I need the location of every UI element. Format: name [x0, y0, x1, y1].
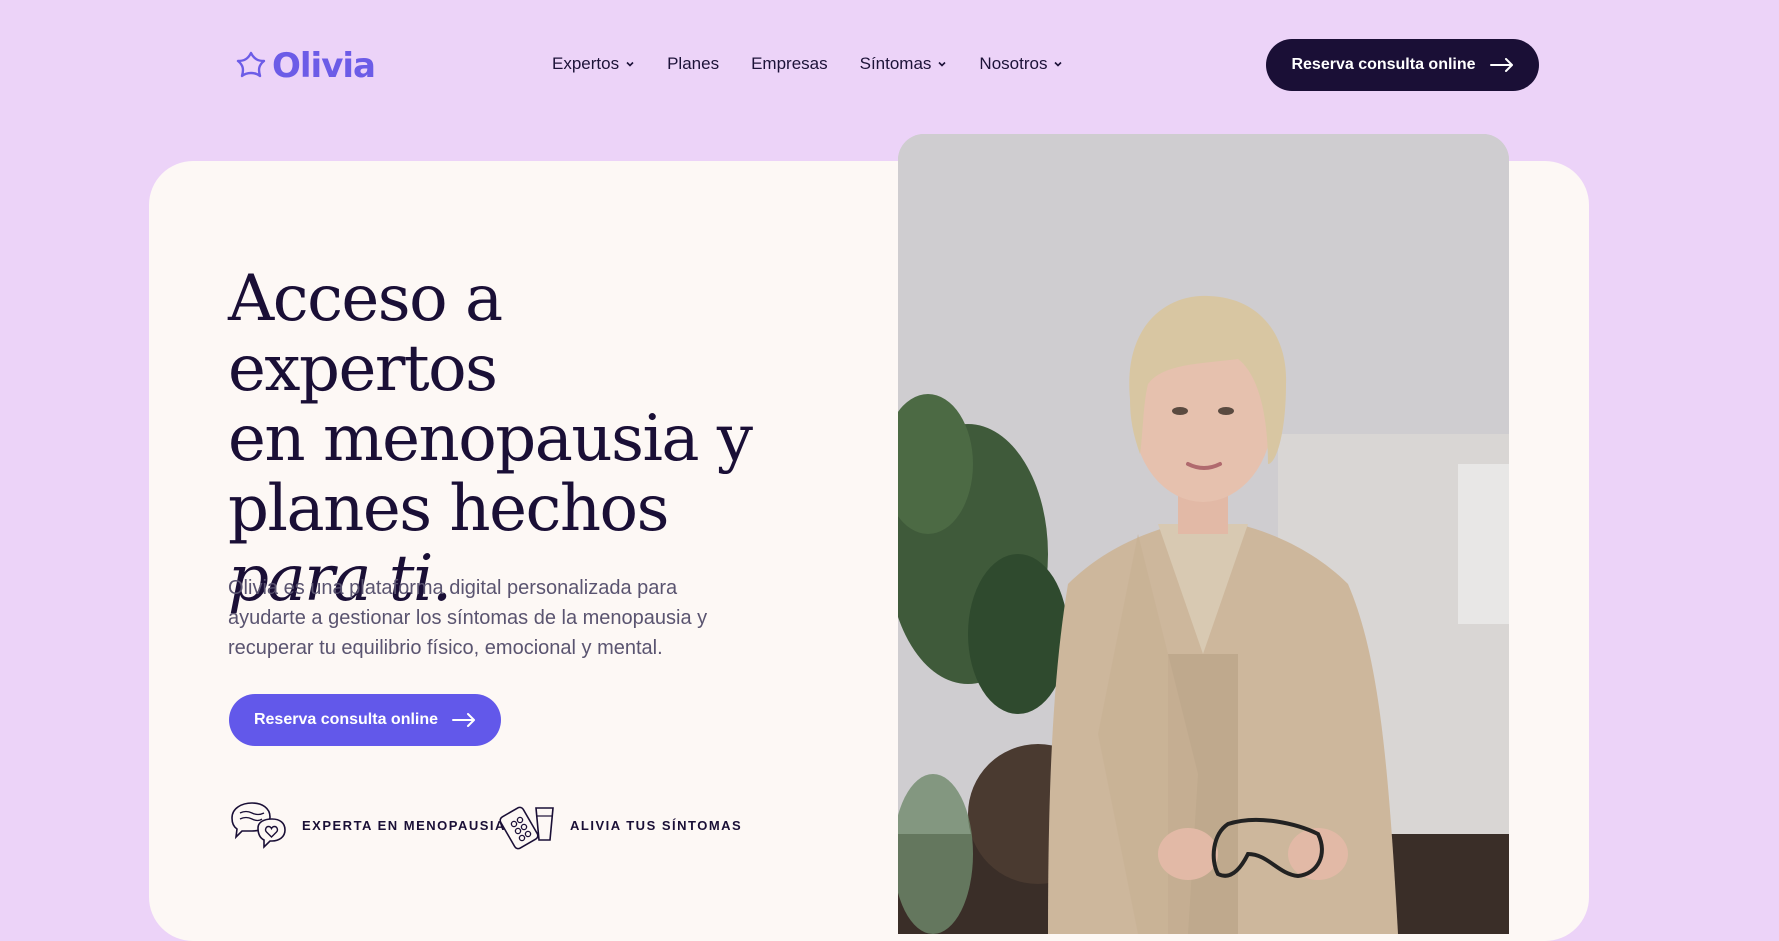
nav-item-expertos[interactable]: Expertos	[552, 54, 635, 74]
chevron-down-icon	[626, 61, 634, 67]
headline-line: Acceso a expertos	[228, 262, 503, 406]
pills-glass-icon	[499, 806, 554, 850]
feature-relief: ALIVIA TUS SÍNTOMAS	[498, 800, 742, 850]
hero-headline: Acceso a expertos en menopausia y planes…	[228, 264, 788, 614]
brand-logo[interactable]: Olivia	[234, 46, 376, 86]
header-book-consultation-button[interactable]: Reserva consulta online	[1266, 39, 1539, 91]
hero-book-consultation-button[interactable]: Reserva consulta online	[229, 694, 501, 746]
hero-photo	[898, 134, 1509, 934]
nav-item-label: Nosotros	[979, 54, 1048, 73]
nav-item-label: Empresas	[751, 54, 828, 73]
main-nav: Expertos Planes Empresas Síntomas Nosotr…	[552, 54, 1063, 74]
hero-description: Olivia es una plataforma digital persona…	[228, 577, 708, 659]
woman-portrait-illustration	[898, 134, 1509, 934]
feature-expert: EXPERTA EN MENOPAUSIA	[228, 800, 506, 850]
button-label: Reserva consulta online	[1291, 56, 1476, 73]
chevron-down-icon	[1054, 61, 1063, 67]
chat-bubbles-heart-icon	[231, 802, 286, 849]
feature-label: EXPERTA EN MENOPAUSIA	[302, 817, 506, 833]
site-header: Olivia Expertos Planes Empresas Síntomas…	[0, 0, 1779, 130]
brand-name: Olivia	[272, 46, 376, 86]
flower-logo-icon	[236, 51, 266, 78]
nav-item-planes[interactable]: Planes	[667, 54, 719, 74]
feature-label: ALIVIA TUS SÍNTOMAS	[570, 817, 743, 833]
arrow-right-icon	[452, 713, 476, 727]
nav-item-label: Síntomas	[859, 54, 932, 73]
nav-item-sintomas[interactable]: Síntomas	[860, 54, 948, 74]
nav-item-label: Planes	[667, 54, 720, 73]
nav-item-nosotros[interactable]: Nosotros	[979, 54, 1063, 74]
headline-line: planes hechos	[228, 472, 669, 546]
nav-item-label: Expertos	[552, 54, 620, 73]
headline-line: en menopausia y	[228, 402, 753, 476]
arrow-right-icon	[1489, 58, 1513, 72]
chevron-down-icon	[938, 61, 946, 67]
nav-item-empresas[interactable]: Empresas	[751, 54, 828, 74]
button-label: Reserva consulta online	[253, 711, 439, 728]
